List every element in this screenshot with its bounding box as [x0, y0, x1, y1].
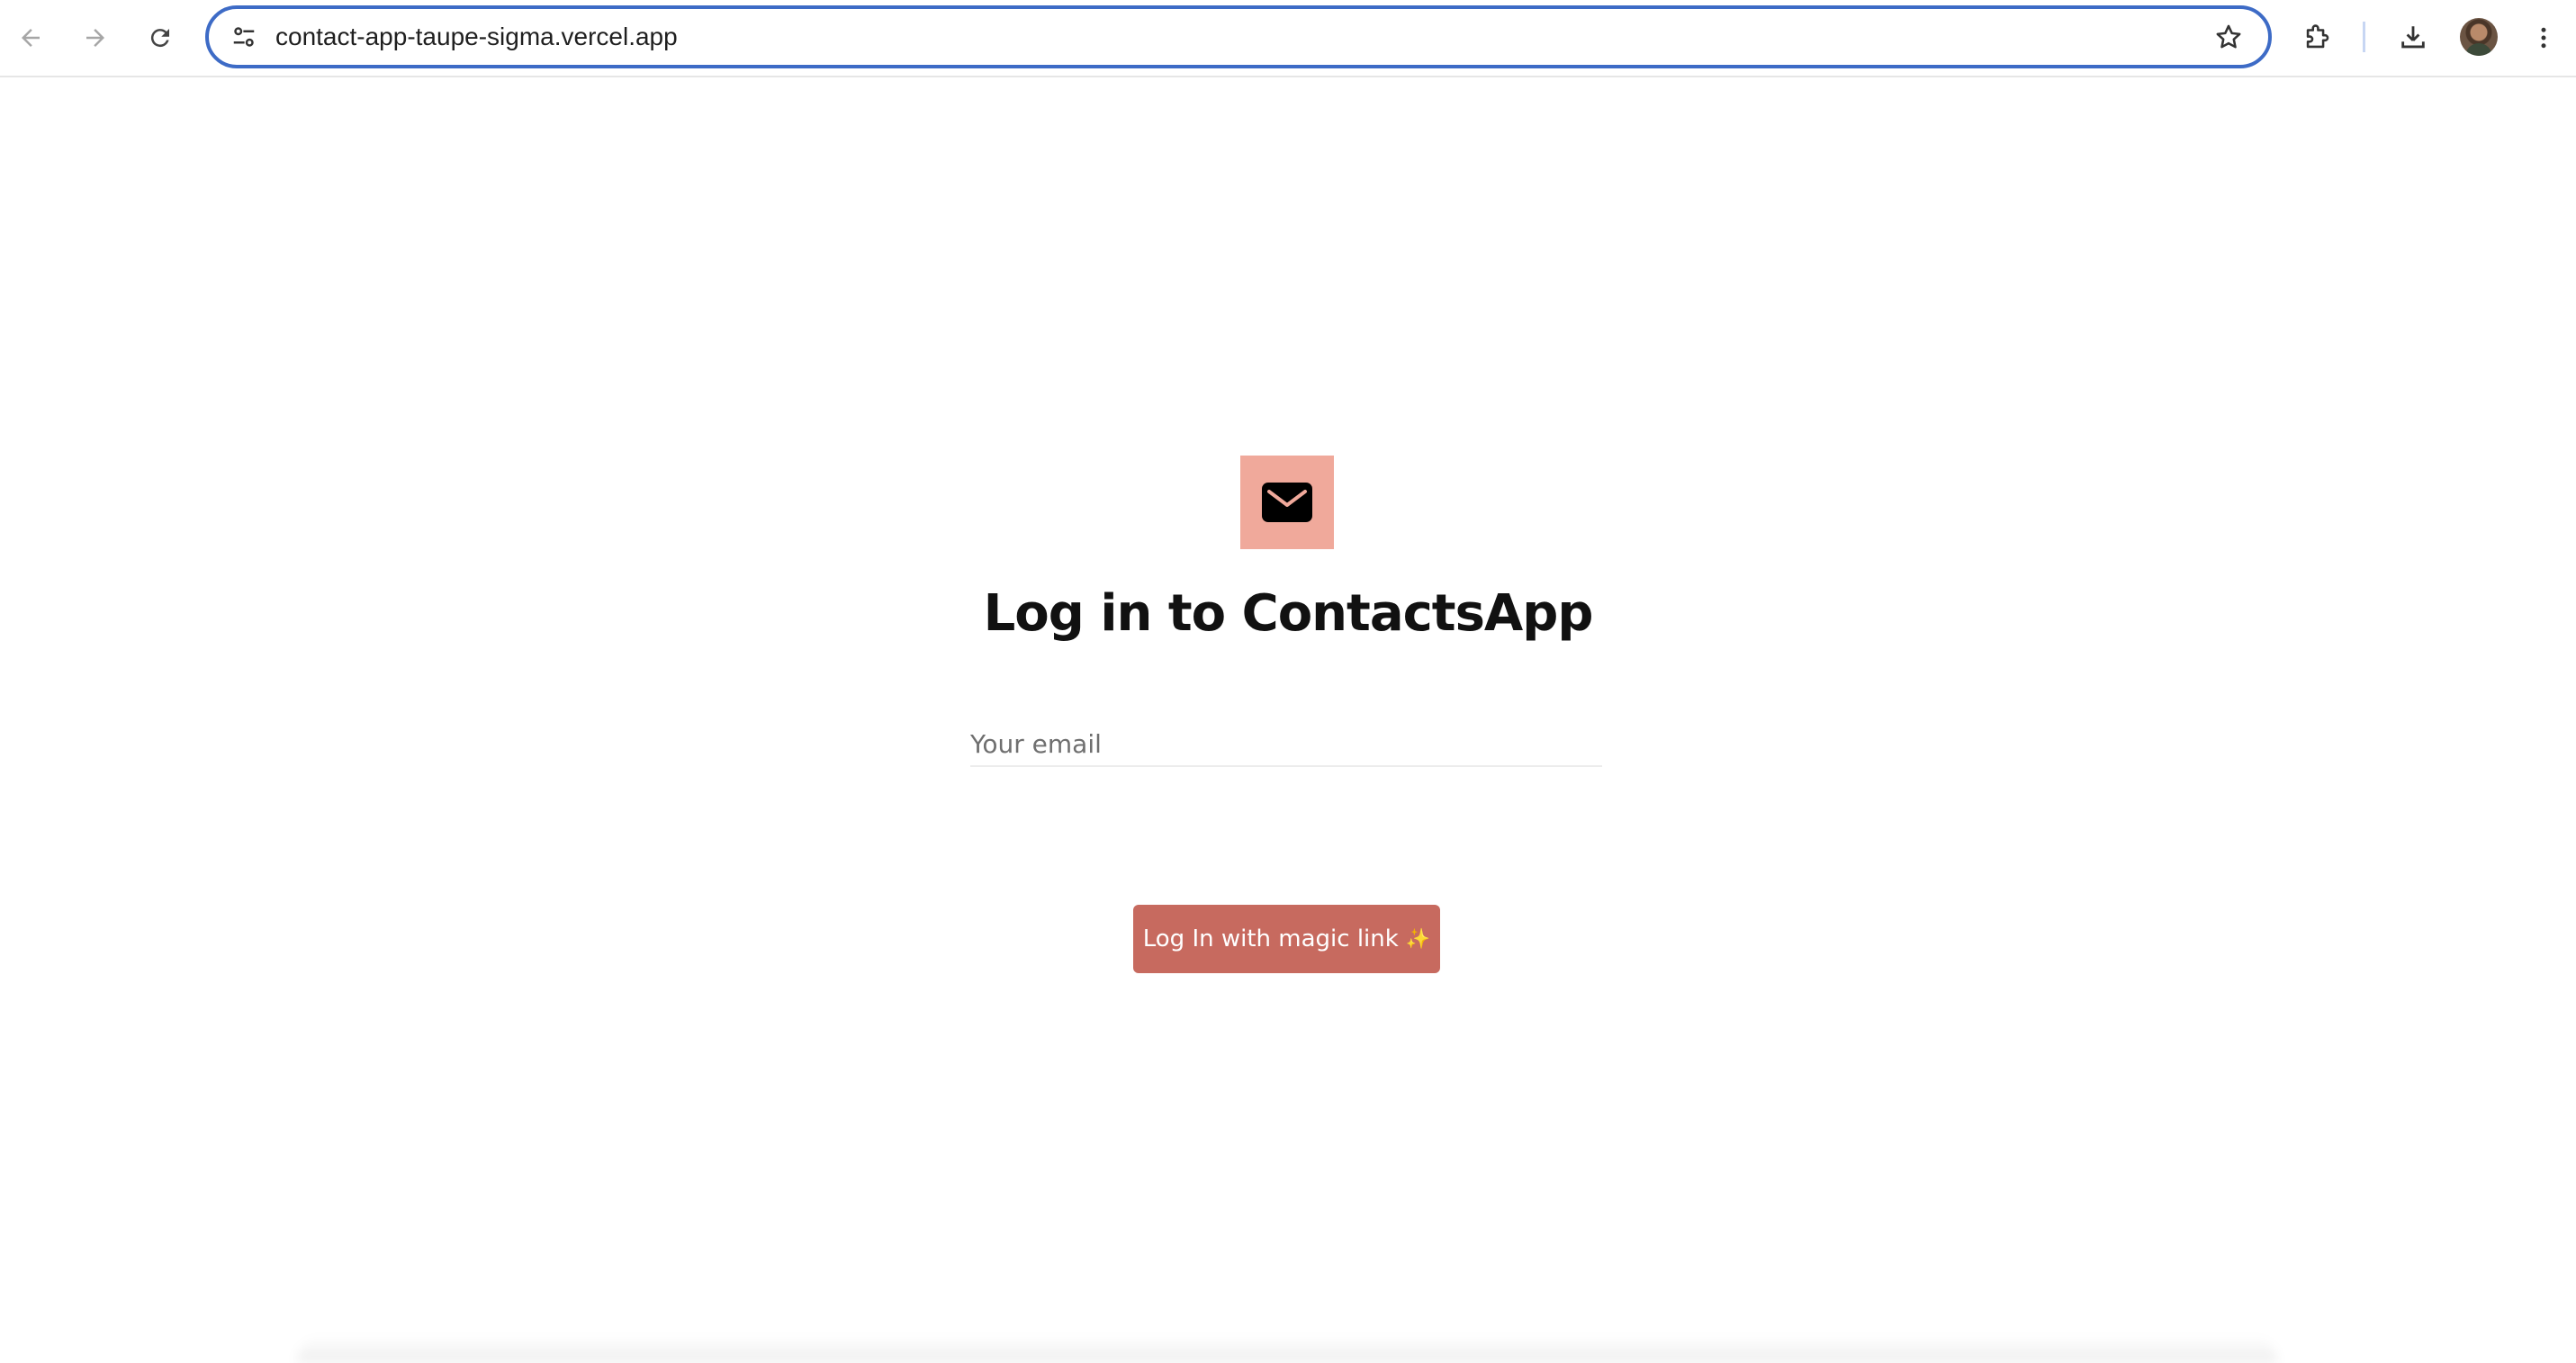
- app-logo: [1240, 456, 1334, 549]
- arrow-left-icon: [22, 29, 40, 47]
- address-bar[interactable]: contact-app-taupe-sigma.vercel.app: [205, 5, 2272, 68]
- login-page: Log in to ContactsApp Log In with magic …: [0, 77, 2576, 1363]
- envelope-icon: [1262, 483, 1312, 522]
- profile-avatar[interactable]: [2460, 18, 2498, 56]
- downloads-button[interactable]: [2390, 14, 2436, 61]
- vertical-dots-icon: [2541, 27, 2546, 49]
- url-text[interactable]: contact-app-taupe-sigma.vercel.app: [275, 21, 678, 53]
- star-icon: [2216, 24, 2241, 49]
- puzzle-icon: [2306, 24, 2329, 49]
- toolbar-divider: [2363, 22, 2365, 52]
- email-input[interactable]: [970, 722, 1602, 767]
- reload-icon: [150, 29, 169, 48]
- extensions-button[interactable]: [2293, 14, 2340, 61]
- sparkles-icon: ✨: [1405, 927, 1431, 951]
- bookmark-button[interactable]: [2211, 19, 2247, 55]
- reload-button[interactable]: [137, 14, 184, 61]
- browser-toolbar: contact-app-taupe-sigma.vercel.app: [0, 0, 2576, 77]
- arrow-right-icon: [86, 29, 104, 47]
- tune-icon: [233, 27, 255, 47]
- back-button[interactable]: [7, 14, 54, 61]
- bottom-shadow: [297, 1336, 2277, 1363]
- magic-link-login-button[interactable]: Log In with magic link ✨: [1133, 905, 1440, 973]
- login-button-label: Log In with magic link: [1142, 925, 1399, 952]
- forward-button[interactable]: [72, 14, 119, 61]
- site-info-button[interactable]: [227, 20, 261, 54]
- browser-menu-button[interactable]: [2520, 14, 2567, 61]
- download-icon: [2401, 26, 2425, 49]
- page-title: Log in to ContactsApp: [983, 584, 1594, 643]
